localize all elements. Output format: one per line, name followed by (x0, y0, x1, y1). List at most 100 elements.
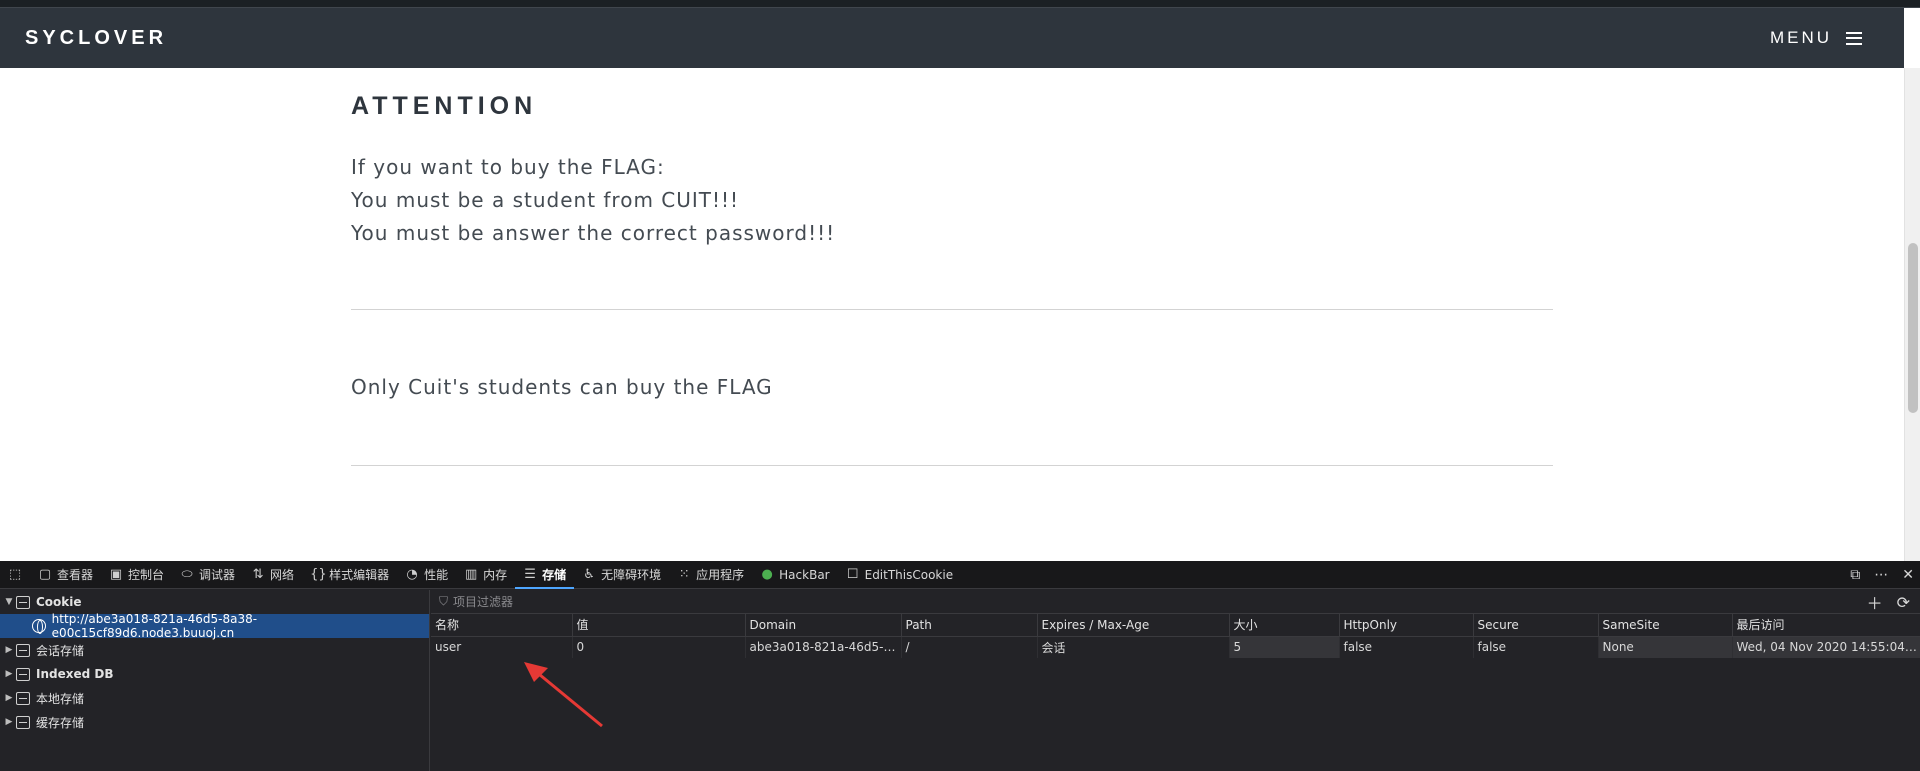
tree-item-label: 缓存存储 (36, 715, 85, 730)
column-header[interactable]: Secure (1473, 614, 1599, 637)
article-lines: If you want to buy the FLAG: You must be… (351, 151, 1553, 250)
tab-label: 查看器 (57, 568, 94, 582)
cookie-name[interactable]: user (431, 636, 573, 658)
cookie-expires[interactable]: 会话 (1037, 636, 1230, 658)
collapsed-arrow-icon: ▶ (5, 717, 13, 727)
storage-tree: ▼ Cookie http://abe3a018-821a-46d5-8a38-… (0, 590, 430, 771)
divider (351, 465, 1553, 466)
tree-item-label: 会话存储 (36, 643, 85, 658)
table-row[interactable]: user 0 abe3a018-821a-46d5-8a3... / 会话 5 … (431, 636, 1920, 658)
cookie-last-accessed[interactable]: Wed, 04 Nov 2020 14:55:04 GMT (1732, 636, 1920, 658)
accessibility-icon: ♿ (583, 567, 595, 582)
filter-input[interactable]: 项目过滤器 (453, 593, 513, 610)
picker-icon: ⬚ (8, 567, 22, 582)
cookie-samesite[interactable]: None (1598, 636, 1733, 658)
cookie-size[interactable]: 5 (1229, 636, 1340, 658)
tree-item-indexed-db[interactable]: ▶ Indexed DB (0, 662, 429, 686)
tree-item-cookie[interactable]: ▼ Cookie (0, 590, 429, 614)
tab-editthiscookie[interactable]: ☐ EditThisCookie (838, 561, 962, 589)
tab-performance[interactable]: ◔ 性能 (397, 561, 456, 589)
column-header[interactable]: Path (901, 614, 1038, 637)
close-icon[interactable]: ✕ (1902, 567, 1914, 583)
network-icon: ⇅ (252, 567, 264, 582)
cookie-domain[interactable]: abe3a018-821a-46d5-8a3... (745, 636, 902, 658)
cookie-secure[interactable]: false (1473, 636, 1599, 658)
tab-label: 内存 (483, 568, 508, 582)
add-item-icon[interactable]: ＋ (1867, 590, 1883, 614)
tab-hackbar[interactable]: ● HackBar (752, 561, 837, 589)
column-header[interactable]: HttpOnly (1339, 614, 1474, 637)
tab-label: 存储 (542, 568, 567, 582)
globe-icon (32, 619, 46, 634)
tree-item-label: Indexed DB (36, 667, 114, 681)
dock-icon[interactable]: ⧉ (1850, 567, 1860, 583)
column-header[interactable]: SameSite (1598, 614, 1733, 637)
tab-memory[interactable]: ▥ 内存 (456, 561, 515, 589)
column-header[interactable]: Domain (745, 614, 902, 637)
tree-item-session-storage[interactable]: ▶ 会话存储 (0, 638, 429, 662)
tab-label: 控制台 (128, 568, 165, 582)
tab-label: EditThisCookie (864, 567, 954, 582)
filter-bar: ⛉ 项目过滤器 ＋ ⟳ (431, 590, 1920, 614)
collapsed-arrow-icon: ▶ (5, 693, 13, 703)
application-icon: ⁙ (678, 567, 690, 582)
tab-label: 调试器 (199, 568, 236, 582)
browser-window: SYCLOVER MENU ATTENTION If you want to b… (0, 0, 1920, 771)
tree-item-cookie-host[interactable]: http://abe3a018-821a-46d5-8a38-e00c15cf8… (0, 612, 429, 640)
filter-actions: ＋ ⟳ (1867, 590, 1910, 614)
page-scrollbar[interactable] (1904, 68, 1920, 561)
article-line: You must be a student from CUIT!!! (351, 188, 740, 212)
tab-application[interactable]: ⁙ 应用程序 (669, 561, 752, 589)
column-header[interactable]: 值 (572, 614, 746, 637)
cookie-path[interactable]: / (901, 636, 1038, 658)
filter-icon: ⛉ (439, 594, 449, 608)
performance-icon: ◔ (406, 567, 418, 582)
scrollbar-thumb[interactable] (1908, 243, 1918, 413)
tab-label: 样式编辑器 (329, 568, 390, 582)
database-icon (16, 595, 30, 609)
table-header: 名称 值 Domain Path Expires / Max-Age 大小 Ht… (431, 614, 1920, 637)
tab-accessibility[interactable]: ♿ 无障碍环境 (574, 561, 669, 589)
tab-network[interactable]: ⇅ 网络 (243, 561, 302, 589)
column-header[interactable]: 大小 (1229, 614, 1340, 637)
menu-button[interactable]: MENU (1770, 28, 1862, 48)
database-icon (16, 691, 30, 705)
browser-top-strip (0, 0, 1920, 8)
tree-item-label: http://abe3a018-821a-46d5-8a38-e00c15cf8… (51, 612, 258, 640)
tree-item-label: Cookie (36, 595, 82, 609)
element-picker-button[interactable]: ⬚ (0, 561, 30, 589)
annotation-arrow-icon (524, 662, 603, 728)
site-brand[interactable]: SYCLOVER (25, 27, 167, 50)
tab-storage[interactable]: ☰ 存储 (515, 561, 574, 589)
inspector-icon: ▢ (38, 567, 52, 582)
collapsed-arrow-icon: ▶ (5, 669, 13, 679)
editthiscookie-icon: ☐ (846, 567, 859, 582)
column-header[interactable]: 最后访问 (1732, 614, 1920, 637)
tab-label: 性能 (424, 568, 449, 582)
tab-label: 应用程序 (696, 568, 745, 582)
tab-inspector[interactable]: ▢ 查看器 (30, 561, 101, 589)
collapsed-arrow-icon: ▶ (5, 645, 13, 655)
refresh-icon[interactable]: ⟳ (1897, 593, 1910, 612)
more-options-icon[interactable]: ⋯ (1874, 567, 1888, 583)
storage-icon: ☰ (524, 567, 536, 582)
database-icon (16, 667, 30, 681)
menu-label: MENU (1769, 28, 1832, 47)
hamburger-icon (1846, 31, 1862, 45)
notice-text: Only Cuit's students can buy the FLAG (351, 375, 773, 399)
tree-item-cache-storage[interactable]: ▶ 缓存存储 (0, 710, 429, 734)
tree-item-local-storage[interactable]: ▶ 本地存储 (0, 686, 429, 710)
column-header[interactable]: Expires / Max-Age (1037, 614, 1230, 637)
tree-item-label: 本地存储 (36, 691, 85, 706)
tab-debugger[interactable]: ⬭ 调试器 (172, 561, 243, 589)
hackbar-icon: ● (761, 567, 773, 582)
devtools-toolbar: ⬚ ▢ 查看器 ▣ 控制台 ⬭ 调试器 ⇅ 网络 {} 样式编辑器 ◔ 性能 ▥ 内存 ☰ 存储… (0, 561, 1920, 589)
column-header[interactable]: 名称 (431, 614, 573, 637)
expanded-arrow-icon: ▼ (5, 597, 13, 607)
tab-style-editor[interactable]: {} 样式编辑器 (302, 561, 397, 589)
cookie-value[interactable]: 0 (572, 636, 746, 658)
site-navbar: SYCLOVER MENU (0, 8, 1904, 68)
devtools-panel: ⬚ ▢ 查看器 ▣ 控制台 ⬭ 调试器 ⇅ 网络 {} 样式编辑器 ◔ 性能 ▥ 内存 ☰ 存储… (0, 561, 1920, 771)
cookie-httponly[interactable]: false (1339, 636, 1474, 658)
tab-console[interactable]: ▣ 控制台 (101, 561, 172, 589)
